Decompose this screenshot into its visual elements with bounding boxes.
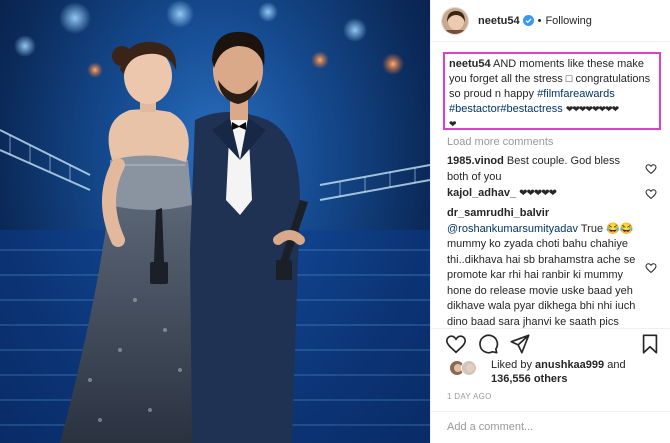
comment-item: dr_samrudhi_balvir @roshankumarsumityada… [447,206,643,328]
action-bar [431,328,670,358]
caption-hearts: ❤❤❤❤❤❤❤❤ [565,104,619,114]
comment-icon[interactable] [477,333,499,355]
share-icon[interactable] [509,333,531,355]
likes-text: Liked by anushkaa999 and 136,556 others [491,358,626,386]
comment-item: kajol_adhav_ ❤❤❤❤❤ [447,186,643,202]
hashtag-filmfareawards[interactable]: #filmfareawards [537,88,615,100]
post-side-panel: neetu54 • Following neetu54 AND moments … [430,0,670,443]
hashtag-bestactor[interactable]: #bestactor [449,103,500,115]
liker-avatar[interactable] [461,360,477,376]
liked-by-user[interactable]: anushkaa999 [535,359,604,371]
comment-mention[interactable]: @roshankumarsumityadav [447,223,578,235]
load-more-comments-link[interactable]: Load more comments [447,136,553,148]
post-header: neetu54 • Following [431,0,670,42]
following-button[interactable]: Following [545,15,591,27]
comment-username[interactable]: 1985.vinod [447,155,504,167]
caption-username[interactable]: neetu54 [449,58,491,70]
likes-count[interactable]: 136,556 others [491,373,567,385]
verified-badge-icon [522,15,534,26]
post-username[interactable]: neetu54 [478,15,520,27]
comment-like-heart-icon[interactable] [645,163,657,175]
caption-hearts-2: ❤ [449,119,456,129]
liked-by-prefix: Liked by [491,359,532,371]
liked-by-and: and [607,359,626,371]
post-photo[interactable] [0,0,430,443]
comment-like-heart-icon[interactable] [645,188,657,200]
comment-item: 1985.vinod Best couple. God bless both o… [447,154,643,185]
hashtag-bestactress[interactable]: #bestactress [500,103,562,115]
post-photo-illustration [0,0,430,443]
comment-username[interactable]: kajol_adhav_ [447,187,516,199]
avatar[interactable] [441,6,469,35]
heart-icon[interactable] [445,333,467,355]
separator-dot: • [537,14,542,27]
comment-text: True 😂😂 mummy ko zyada choti bahu chahiy… [447,222,636,328]
comments-list: neetu54 AND moments like these make you … [431,52,670,328]
liker-avatar-image [462,361,476,375]
add-comment-input[interactable] [447,412,647,442]
caption-emoji: □ [565,73,573,85]
comment-like-heart-icon[interactable] [645,262,657,274]
caption-highlight: neetu54 AND moments like these make you … [443,52,661,130]
bookmark-icon[interactable] [639,333,661,355]
likes-summary: Liked by anushkaa999 and 136,556 others [447,358,657,388]
comment-text: ❤❤❤❤❤ [519,188,557,199]
comment-username[interactable]: dr_samrudhi_balvir [447,207,549,219]
add-comment-bar [431,411,670,443]
avatar-image [442,7,468,34]
post-timestamp[interactable]: 1 DAY AGO [447,392,492,401]
